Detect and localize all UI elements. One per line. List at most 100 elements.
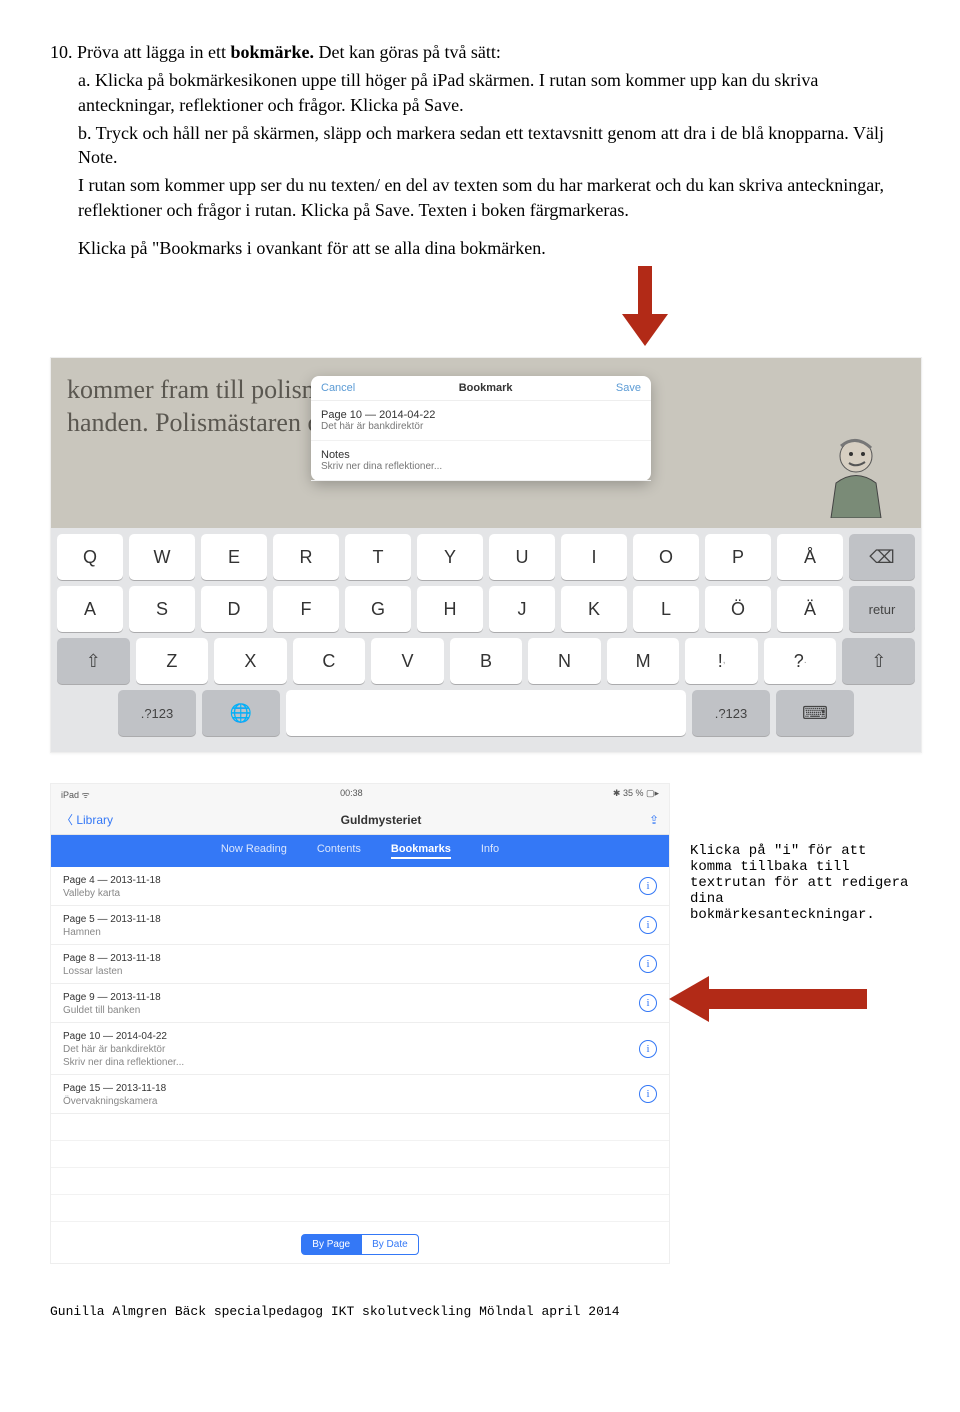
list-label: a. <box>78 70 91 90</box>
list-item <box>51 1168 669 1195</box>
back-button[interactable]: 〈 Library <box>61 811 113 828</box>
key-letter[interactable]: Ö <box>705 586 771 632</box>
ios-status-bar: iPad ᯤ 00:38 ✱ 35 % ▢▸ <box>51 784 669 805</box>
popup-page-row[interactable]: Page 10 — 2014-04-22 Det här är bankdire… <box>311 401 651 441</box>
tab-info[interactable]: Info <box>481 843 499 859</box>
text: Klicka på bokmärkesikonen uppe till höge… <box>78 70 818 114</box>
list-item <box>51 1195 669 1222</box>
key-letter[interactable]: E <box>201 534 267 580</box>
popup-header: Cancel Bookmark Save <box>311 376 651 401</box>
bookmark-date: Page 8 — 2013-11-18 <box>63 953 657 964</box>
tab-bar: Now Reading Contents Bookmarks Info <box>51 835 669 867</box>
info-icon[interactable]: i <box>639 1040 657 1058</box>
status-battery: ✱ 35 % ▢▸ <box>613 788 659 801</box>
notes-label: Notes <box>321 449 641 461</box>
key-globe-icon[interactable]: 🌐 <box>202 690 280 736</box>
key-shift-icon[interactable]: ⇧ <box>57 638 130 684</box>
screenshot-bookmarks-list: iPad ᯤ 00:38 ✱ 35 % ▢▸ 〈 Library Guldmys… <box>50 783 670 1264</box>
key-letter[interactable]: G <box>345 586 411 632</box>
key-letter[interactable]: Y <box>417 534 483 580</box>
bookmark-subtitle: Valleby karta <box>63 888 657 899</box>
key-letter[interactable]: F <box>273 586 339 632</box>
arrow-left-icon <box>669 974 869 1029</box>
item-b: b. Tryck och håll ner på skärmen, släpp … <box>78 121 910 170</box>
bookmark-date: Page 5 — 2013-11-18 <box>63 914 657 925</box>
share-icon[interactable]: ⇪ <box>649 813 659 827</box>
key-space[interactable] <box>286 690 686 736</box>
key-letter[interactable]: M <box>607 638 680 684</box>
list-item[interactable]: Page 9 — 2013-11-18Guldet till bankeni <box>51 984 669 1023</box>
save-button[interactable]: Save <box>616 382 641 394</box>
text: Tryck och håll ner på skärmen, släpp och… <box>78 123 884 167</box>
key-letter[interactable]: U <box>489 534 555 580</box>
seg-by-date[interactable]: By Date <box>361 1234 419 1255</box>
bookmark-date: Page 9 — 2013-11-18 <box>63 992 657 1003</box>
key-letter[interactable]: H <box>417 586 483 632</box>
bookmark-note: Skriv ner dina reflektioner... <box>63 1057 657 1068</box>
illustration-character <box>811 428 901 518</box>
key-letter[interactable]: K <box>561 586 627 632</box>
key-letter[interactable]: O <box>633 534 699 580</box>
key-letter[interactable]: W <box>129 534 195 580</box>
notes-placeholder: Skriv ner dina reflektioner... <box>321 461 641 472</box>
list-item[interactable]: Page 10 — 2014-04-22Det här är bankdirek… <box>51 1023 669 1075</box>
page-footer: Gunilla Almgren Bäck specialpedagog IKT … <box>50 1304 910 1319</box>
key-letter[interactable]: B <box>450 638 523 684</box>
list-item[interactable]: Page 15 — 2013-11-18Övervakningskamerai <box>51 1075 669 1114</box>
screenshot-bookmark-popup: kommer fram till polismästaren och sträc… <box>50 357 922 753</box>
list-item[interactable]: Page 8 — 2013-11-18Lossar lasteni <box>51 945 669 984</box>
key-letter[interactable]: T <box>345 534 411 580</box>
info-icon[interactable]: i <box>639 877 657 895</box>
list-item[interactable]: Page 4 — 2013-11-18Valleby kartai <box>51 867 669 906</box>
kb-row-4: .?123 🌐 .?123 ⌨ <box>57 690 915 736</box>
key-letter[interactable]: V <box>371 638 444 684</box>
screenshot-bookmarks-list-wrap: iPad ᯤ 00:38 ✱ 35 % ▢▸ 〈 Library Guldmys… <box>50 783 910 1264</box>
info-icon[interactable]: i <box>639 994 657 1012</box>
key-letter[interactable]: R <box>273 534 339 580</box>
popup-notes-row[interactable]: Notes Skriv ner dina reflektioner... <box>311 441 651 481</box>
key-letter[interactable]: N <box>528 638 601 684</box>
nav-title: Guldmysteriet <box>341 813 422 827</box>
list-item[interactable]: Page 5 — 2013-11-18Hamneni <box>51 906 669 945</box>
key-letter[interactable]: Ä <box>777 586 843 632</box>
side-note: Klicka på "i" för att komma tillbaka til… <box>690 843 910 923</box>
key-letter[interactable]: P <box>705 534 771 580</box>
bookmark-date: Page 10 — 2014-04-22 <box>63 1031 657 1042</box>
key-letter[interactable]: Z <box>136 638 209 684</box>
key-punct[interactable]: ?. <box>764 638 837 684</box>
key-letter[interactable]: L <box>633 586 699 632</box>
bookmark-list: Page 4 — 2013-11-18Valleby kartaiPage 5 … <box>51 867 669 1114</box>
key-shift-icon[interactable]: ⇧ <box>842 638 915 684</box>
key-letter[interactable]: Q <box>57 534 123 580</box>
key-letter[interactable]: S <box>129 586 195 632</box>
key-letter[interactable]: J <box>489 586 555 632</box>
tab-bookmarks[interactable]: Bookmarks <box>391 843 451 859</box>
page-subtitle: Det här är bankdirektör <box>321 421 641 432</box>
info-icon[interactable]: i <box>639 916 657 934</box>
key-letter[interactable]: A <box>57 586 123 632</box>
cancel-button[interactable]: Cancel <box>321 382 355 394</box>
ios-nav-bar: 〈 Library Guldmysteriet ⇪ <box>51 805 669 835</box>
key-letter[interactable]: Å <box>777 534 843 580</box>
key-letter[interactable]: X <box>214 638 287 684</box>
item-a: a. Klicka på bokmärkesikonen uppe till h… <box>78 68 910 117</box>
info-icon[interactable]: i <box>639 1085 657 1103</box>
key-punct[interactable]: !, <box>685 638 758 684</box>
status-left: iPad ᯤ <box>61 788 90 801</box>
key-return[interactable]: retur <box>849 586 915 632</box>
text: 10. Pröva att lägga in ett <box>50 42 230 62</box>
key-numbers[interactable]: .?123 <box>692 690 770 736</box>
list-label: b. <box>78 123 92 143</box>
tab-now-reading[interactable]: Now Reading <box>221 843 287 859</box>
key-hide-keyboard-icon[interactable]: ⌨ <box>776 690 854 736</box>
text: Det kan göras på två sätt: <box>314 42 501 62</box>
key-backspace-icon[interactable]: ⌫ <box>849 534 915 580</box>
key-numbers[interactable]: .?123 <box>118 690 196 736</box>
tab-contents[interactable]: Contents <box>317 843 361 859</box>
bookmarks-hint: Klicka på "Bookmarks i ovankant för att … <box>78 236 910 260</box>
seg-by-page[interactable]: By Page <box>301 1234 361 1255</box>
info-icon[interactable]: i <box>639 955 657 973</box>
key-letter[interactable]: D <box>201 586 267 632</box>
key-letter[interactable]: C <box>293 638 366 684</box>
key-letter[interactable]: I <box>561 534 627 580</box>
